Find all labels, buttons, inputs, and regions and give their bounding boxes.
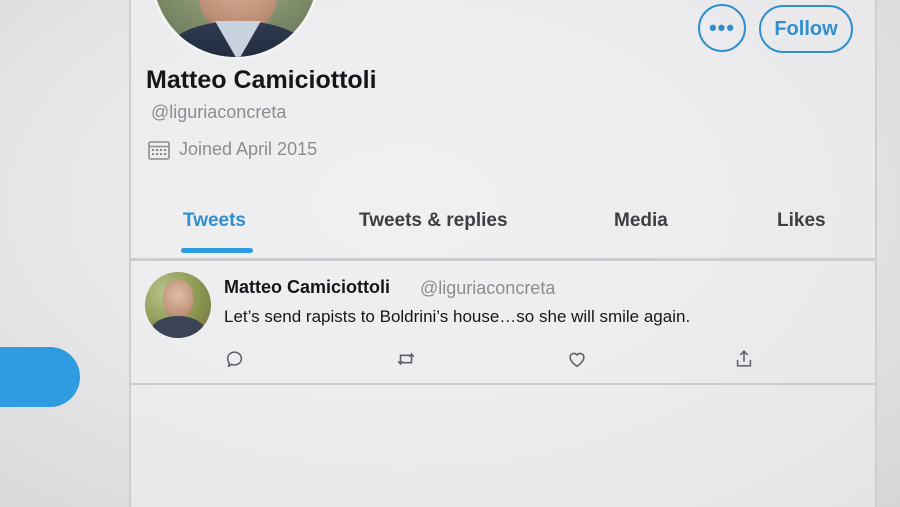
profile-avatar[interactable]: [150, 0, 320, 60]
join-date-label: Joined April 2015: [179, 139, 318, 159]
retweet-icon: [397, 352, 415, 366]
active-tab-indicator: [181, 248, 253, 253]
tab-media[interactable]: Media: [614, 210, 668, 232]
like-icon: [569, 352, 585, 368]
profile-tabs: Tweets Tweets & replies Media Likes: [131, 196, 875, 258]
follow-button[interactable]: Follow: [759, 5, 853, 53]
share-button[interactable]: [731, 347, 757, 371]
like-button[interactable]: [564, 347, 590, 371]
reply-button[interactable]: [222, 347, 248, 371]
tweet-author-name[interactable]: Matteo Camiciottoli: [224, 277, 390, 298]
compose-button-edge[interactable]: [0, 347, 80, 407]
profile-name: Matteo Camiciottoli: [146, 66, 377, 94]
tab-likes[interactable]: Likes: [777, 210, 826, 232]
tweet-author-handle[interactable]: @liguriaconcreta: [420, 278, 555, 299]
tab-tweets-replies[interactable]: Tweets & replies: [359, 210, 508, 232]
tweet-item[interactable]: Matteo Camiciottoli @liguriaconcreta Let…: [131, 261, 876, 385]
reply-icon: [226, 351, 243, 368]
tweet-text: Let’s send rapists to Boldrini’s house…s…: [224, 307, 691, 326]
join-date: Joined April 2015: [148, 139, 317, 160]
profile-handle: @liguriaconcreta: [151, 102, 287, 122]
tab-tweets[interactable]: Tweets: [183, 210, 246, 232]
tweet-avatar[interactable]: [145, 272, 211, 338]
more-options-button[interactable]: •••: [698, 4, 746, 52]
share-icon: [736, 350, 752, 367]
calendar-icon: [148, 140, 170, 160]
retweet-button[interactable]: [393, 347, 419, 371]
